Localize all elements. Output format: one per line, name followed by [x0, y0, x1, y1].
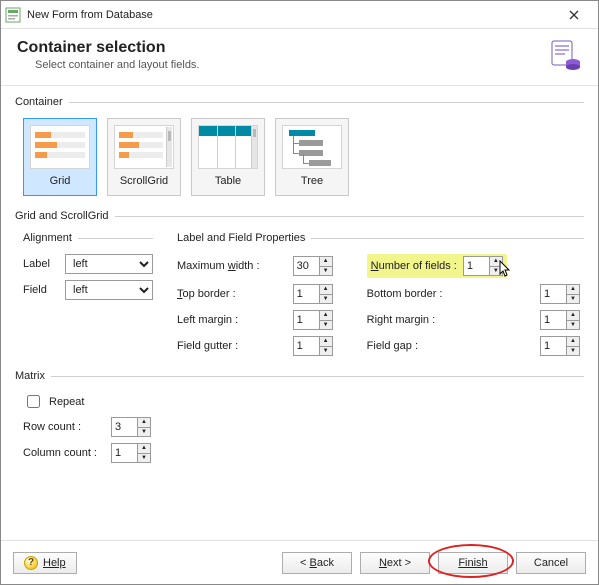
alignment-group: Alignment Label left Field left [23, 232, 153, 356]
tree-icon [282, 125, 342, 169]
wizard-header: Container selection Select container and… [1, 29, 598, 86]
spin-down-icon[interactable]: ▼ [319, 346, 333, 357]
max-width-spinner[interactable]: ▲▼ [293, 256, 337, 276]
table-icon [198, 125, 258, 169]
left-margin-spinner[interactable]: ▲▼ [293, 310, 337, 330]
col-count-spinner[interactable]: ▲▼ [111, 443, 151, 463]
help-button[interactable]: ? Help [13, 552, 77, 574]
top-border-spinner[interactable]: ▲▼ [293, 284, 337, 304]
bottom-border-label: Bottom border : [361, 288, 536, 300]
wizard-footer: ? Help < Back Next > Finish Cancel [1, 540, 598, 584]
right-margin-input[interactable] [540, 310, 566, 330]
spin-up-icon[interactable]: ▲ [319, 310, 333, 320]
spin-down-icon[interactable]: ▼ [319, 294, 333, 305]
cancel-button[interactable]: Cancel [516, 552, 586, 574]
close-button[interactable] [554, 1, 594, 28]
spin-up-icon[interactable]: ▲ [319, 336, 333, 346]
container-option-scrollgrid[interactable]: ScrollGrid [107, 118, 181, 196]
spin-up-icon[interactable]: ▲ [319, 284, 333, 294]
repeat-label: Repeat [49, 396, 84, 408]
left-margin-label: Left margin : [177, 314, 289, 326]
top-border-label: Top border : [177, 288, 289, 300]
help-icon: ? [24, 556, 38, 570]
field-gap-label: Field gap : [361, 340, 536, 352]
page-title: Container selection [17, 39, 200, 57]
window-title: New Form from Database [27, 9, 554, 21]
matrix-group-label: Matrix [15, 370, 51, 382]
grid-icon [30, 125, 90, 169]
spin-down-icon[interactable]: ▼ [319, 266, 333, 277]
spin-down-icon[interactable]: ▼ [137, 427, 151, 438]
alignment-group-label: Alignment [23, 232, 78, 244]
back-button[interactable]: < Back [282, 552, 352, 574]
num-fields-label: Number of fields : [371, 260, 457, 272]
page-subtitle: Select container and layout fields. [17, 59, 200, 71]
container-option-tree[interactable]: Tree [275, 118, 349, 196]
titlebar: New Form from Database [1, 1, 598, 29]
field-gap-input[interactable] [540, 336, 566, 356]
field-gap-spinner[interactable]: ▲▼ [540, 336, 584, 356]
num-fields-spinner[interactable]: ▲▼ [463, 256, 503, 276]
next-button[interactable]: Next > [360, 552, 430, 574]
field-gutter-spinner[interactable]: ▲▼ [293, 336, 337, 356]
spin-up-icon[interactable]: ▲ [566, 336, 580, 346]
matrix-group: Matrix Repeat Row count : ▲▼ Column coun… [15, 370, 584, 471]
top-border-input[interactable] [293, 284, 319, 304]
spin-up-icon[interactable]: ▲ [137, 443, 151, 453]
dialog-window: New Form from Database Container selecti… [0, 0, 599, 585]
spin-up-icon[interactable]: ▲ [319, 256, 333, 266]
label-field-props-group: Label and Field Properties Maximum width… [177, 232, 584, 356]
spin-up-icon[interactable]: ▲ [489, 256, 503, 266]
row-count-spinner[interactable]: ▲▼ [111, 417, 151, 437]
align-label-label: Label [23, 258, 59, 270]
right-margin-label: Right margin : [361, 314, 536, 326]
row-count-label: Row count : [23, 421, 105, 433]
scrollgrid-icon [114, 125, 174, 169]
container-group: Container Grid ScrollGrid Table [15, 96, 584, 198]
container-option-table[interactable]: Table [191, 118, 265, 196]
app-icon [5, 7, 21, 23]
spin-down-icon[interactable]: ▼ [489, 266, 503, 277]
row-count-input[interactable] [111, 417, 137, 437]
right-margin-spinner[interactable]: ▲▼ [540, 310, 584, 330]
max-width-label: Maximum width : [177, 260, 289, 272]
col-count-label: Column count : [23, 447, 105, 459]
left-margin-input[interactable] [293, 310, 319, 330]
spin-up-icon[interactable]: ▲ [137, 417, 151, 427]
col-count-input[interactable] [111, 443, 137, 463]
bottom-border-input[interactable] [540, 284, 566, 304]
field-gutter-label: Field gutter : [177, 340, 289, 352]
field-gutter-input[interactable] [293, 336, 319, 356]
container-option-grid[interactable]: Grid [23, 118, 97, 196]
spin-down-icon[interactable]: ▼ [319, 320, 333, 331]
num-fields-highlight: Number of fields : ▲▼ [367, 254, 507, 278]
grid-scrollgrid-group-label: Grid and ScrollGrid [15, 210, 115, 222]
align-field-label: Field [23, 284, 59, 296]
max-width-input[interactable] [293, 256, 319, 276]
spin-up-icon[interactable]: ▲ [566, 310, 580, 320]
spin-up-icon[interactable]: ▲ [566, 284, 580, 294]
bottom-border-spinner[interactable]: ▲▼ [540, 284, 584, 304]
align-label-select[interactable]: left [65, 254, 153, 274]
finish-button[interactable]: Finish [438, 552, 508, 574]
label-field-props-group-label: Label and Field Properties [177, 232, 311, 244]
spin-down-icon[interactable]: ▼ [566, 320, 580, 331]
spin-down-icon[interactable]: ▼ [566, 346, 580, 357]
container-group-label: Container [15, 96, 69, 108]
spin-down-icon[interactable]: ▼ [137, 453, 151, 464]
align-field-select[interactable]: left [65, 280, 153, 300]
grid-scrollgrid-group: Grid and ScrollGrid Alignment Label left… [15, 210, 584, 358]
num-fields-input[interactable] [463, 256, 489, 276]
spin-down-icon[interactable]: ▼ [566, 294, 580, 305]
repeat-checkbox[interactable] [27, 395, 40, 408]
header-logo-icon [550, 39, 582, 71]
